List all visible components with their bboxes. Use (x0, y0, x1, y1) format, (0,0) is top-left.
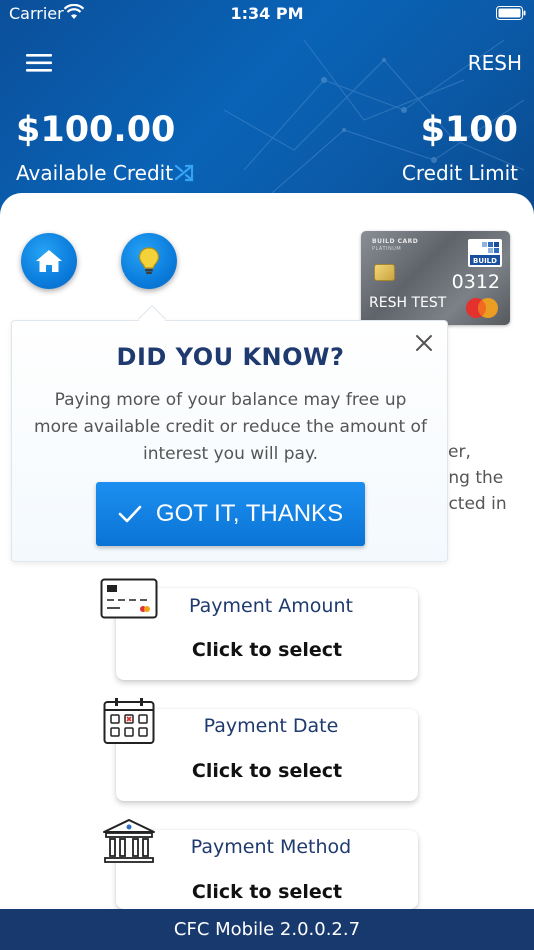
home-button[interactable] (21, 233, 77, 289)
payment-amount-selector[interactable]: Payment Amount Click to select (116, 588, 418, 680)
payment-date-label: Payment Date (203, 715, 339, 737)
payment-amount-value: Click to select (191, 639, 343, 661)
payment-amount-label: Payment Amount (189, 595, 353, 617)
close-icon[interactable] (415, 334, 433, 352)
card-chip-icon (374, 264, 395, 281)
payment-method-label: Payment Method (190, 836, 352, 858)
calendar-icon (103, 698, 155, 744)
mastercard-icon (466, 298, 498, 318)
payment-date-value: Click to select (191, 760, 343, 782)
account-header: Carrier 1:34 PM RESH $100.00 Available C… (0, 0, 534, 215)
got-it-button-label: GOT IT, THANKS (155, 500, 344, 527)
payment-method-selector[interactable]: Payment Method Click to select (116, 830, 418, 909)
status-time: 1:34 PM (230, 4, 304, 23)
bank-icon (103, 819, 155, 863)
lightbulb-icon (138, 247, 160, 274)
got-it-thanks-button[interactable]: GOT IT, THANKS (96, 482, 365, 546)
home-icon (36, 250, 62, 272)
build-logo-icon: BUILD (468, 239, 502, 267)
card-tier: PLATINUM (372, 246, 402, 252)
background-text-line: ected in (438, 494, 507, 514)
checkmark-icon (118, 505, 142, 523)
payment-date-selector[interactable]: Payment Date Click to select (116, 709, 418, 801)
app-version-footer: CFC Mobile 2.0.0.2.7 (0, 909, 534, 950)
card-holder-name: RESH TEST (369, 295, 447, 311)
available-credit-amount: $100.00 (16, 110, 176, 150)
credit-limit-amount: $100 (420, 110, 518, 150)
hamburger-menu-icon[interactable] (26, 53, 52, 73)
popover-title: DID YOU KNOW? (116, 343, 345, 371)
available-credit-label: Available Credit (16, 161, 174, 185)
card-brand: BUILD CARD (372, 238, 419, 245)
card-last-four: 0312 (451, 271, 500, 293)
did-you-know-popover: DID YOU KNOW? Paying more of your balanc… (11, 320, 448, 562)
tip-button[interactable] (121, 233, 177, 289)
shuffle-icon[interactable] (174, 163, 196, 183)
user-name[interactable]: RESH (468, 51, 522, 75)
status-bar: Carrier 1:34 PM (0, 0, 534, 28)
credit-limit-label: Credit Limit (401, 161, 518, 185)
credit-card-icon (100, 578, 158, 619)
battery-icon (496, 6, 526, 20)
payment-method-value: Click to select (191, 881, 343, 903)
credit-card-image[interactable]: BUILD CARD PLATINUM BUILD 0312 RESH TEST (361, 231, 510, 325)
popover-message: Paying more of your balance may free up … (34, 390, 427, 464)
card-logo-text: BUILD (473, 257, 497, 265)
